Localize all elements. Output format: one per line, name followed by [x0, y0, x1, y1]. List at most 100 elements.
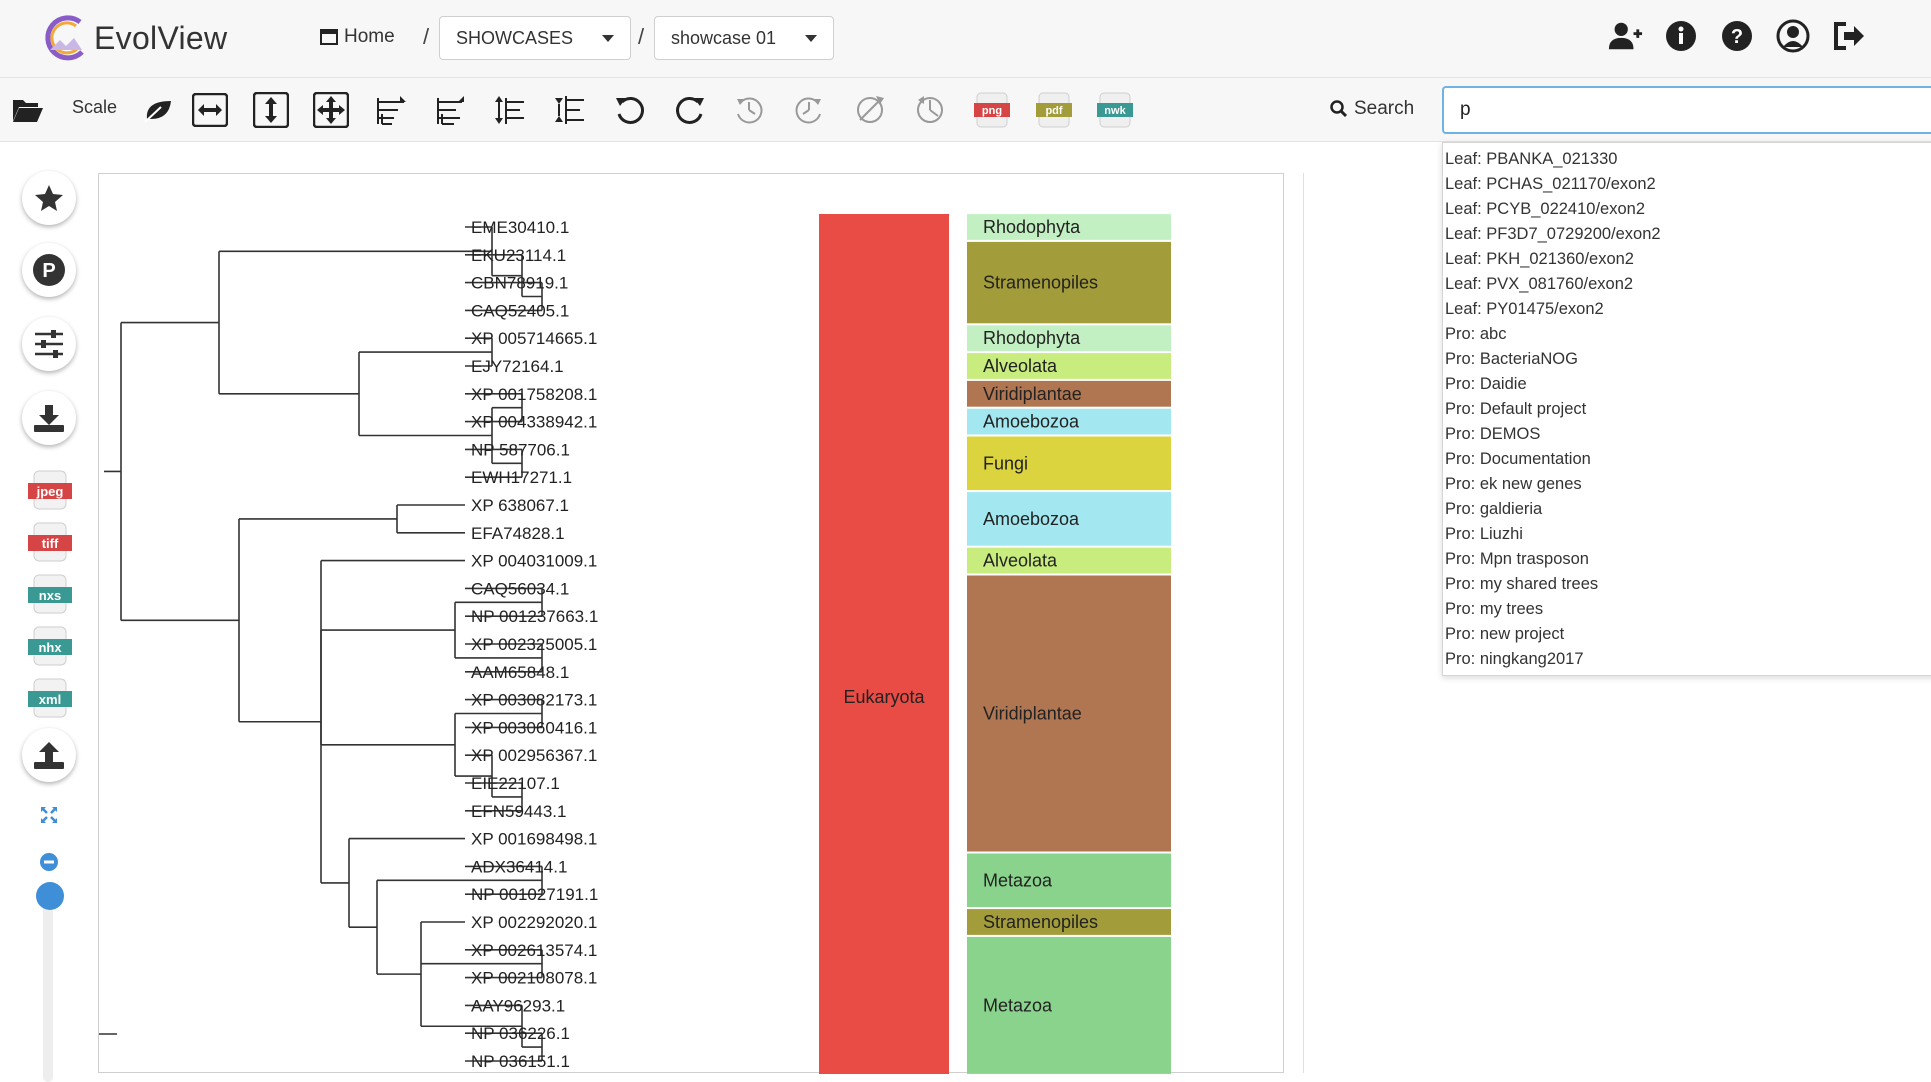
search-result-item[interactable]: Pro: abc: [1443, 322, 1931, 347]
leaf-label[interactable]: CAQ56034.1: [471, 579, 569, 598]
search-result-item[interactable]: Leaf: PCHAS_021170/exon2: [1443, 172, 1931, 197]
leaf-label[interactable]: NP 036226.1: [471, 1024, 570, 1043]
scale-button[interactable]: Scale: [72, 97, 117, 118]
leaf-label[interactable]: XP 004031009.1: [471, 552, 597, 571]
leaf-label[interactable]: EIE22107.1: [471, 774, 560, 793]
search-result-item[interactable]: Leaf: PY01475/exon2: [1443, 297, 1931, 322]
search-result-item[interactable]: Leaf: PKH_021360/exon2: [1443, 247, 1931, 272]
add-user-icon[interactable]: [1607, 18, 1643, 54]
nwk-export-icon[interactable]: nwk: [1097, 91, 1133, 129]
rotate-cw-button[interactable]: [668, 88, 712, 132]
account-icon[interactable]: [1775, 18, 1811, 54]
nxs-export-icon[interactable]: nxs: [28, 573, 72, 615]
leaf-label[interactable]: AAM65848.1: [471, 663, 569, 682]
zoom-slider-track[interactable]: [43, 882, 53, 1082]
leaf-label[interactable]: XP 005714665.1: [471, 329, 597, 348]
search-result-item[interactable]: Pro: my trees: [1443, 597, 1931, 622]
leaf-label[interactable]: XP 001698498.1: [471, 830, 597, 849]
leaf-label[interactable]: XP 638067.1: [471, 496, 569, 515]
leaf-label[interactable]: EFN59443.1: [471, 802, 566, 821]
search-button[interactable]: Search: [1330, 98, 1414, 120]
taxonomy-label: Stramenopiles: [983, 912, 1098, 932]
zoom-slider-handle[interactable]: [36, 882, 64, 910]
leaf-button[interactable]: [136, 88, 180, 132]
search-result-item[interactable]: Pro: Daidie: [1443, 372, 1931, 397]
search-result-item[interactable]: Pro: Default project: [1443, 397, 1931, 422]
leaf-label[interactable]: CAQ52405.1: [471, 301, 569, 320]
search-result-item[interactable]: Leaf: PVX_081760/exon2: [1443, 272, 1931, 297]
search-result-item[interactable]: Pro: DEMOS: [1443, 422, 1931, 447]
leaf-label[interactable]: XP 002292020.1: [471, 913, 597, 932]
expand-all-button[interactable]: [309, 88, 353, 132]
leaf-label[interactable]: EJY72164.1: [471, 357, 564, 376]
zoom-out-icon[interactable]: [39, 852, 59, 872]
app-logo[interactable]: EvolView: [40, 14, 227, 62]
leaf-label[interactable]: EFA74828.1: [471, 524, 565, 543]
tiff-export-icon[interactable]: tiff: [28, 521, 72, 563]
logout-icon[interactable]: [1831, 18, 1867, 54]
search-result-item[interactable]: Leaf: PBANKA_021330: [1443, 147, 1931, 172]
search-result-item[interactable]: Pro: new project: [1443, 622, 1931, 647]
circular-rotate-ccw-button[interactable]: [727, 88, 771, 132]
leaf-label[interactable]: XP 004338942.1: [471, 413, 597, 432]
tree-height-expand-button[interactable]: [549, 88, 593, 132]
tree-height-shrink-button[interactable]: [489, 88, 533, 132]
fit-screen-icon[interactable]: [40, 806, 58, 824]
leaf-label[interactable]: EKU23114.1: [471, 246, 566, 265]
circular-rotate-cw-button[interactable]: [787, 88, 831, 132]
home-link[interactable]: Home: [320, 26, 395, 48]
leaf-label[interactable]: NP 587706.1: [471, 440, 570, 459]
search-result-item[interactable]: Leaf: PCYB_022410/exon2: [1443, 197, 1931, 222]
leaf-label[interactable]: XP 001758208.1: [471, 385, 597, 404]
settings-button[interactable]: [22, 317, 76, 371]
search-result-item[interactable]: Pro: galdieria: [1443, 497, 1931, 522]
pdf-export-icon[interactable]: pdf: [1036, 91, 1072, 129]
leaf-label[interactable]: AAY96293.1: [471, 996, 565, 1015]
open-folder-button[interactable]: [6, 88, 50, 132]
search-result-item[interactable]: Pro: Mpn trasposon: [1443, 547, 1931, 572]
download-button[interactable]: [22, 391, 76, 445]
expand-vertical-button[interactable]: [249, 88, 293, 132]
rotate-ccw-button[interactable]: [608, 88, 652, 132]
search-input[interactable]: [1442, 86, 1931, 134]
category-dropdown[interactable]: SHOWCASES: [439, 16, 631, 60]
leaf-label[interactable]: XP 002108078.1: [471, 969, 597, 988]
search-result-item[interactable]: Pro: ek new genes: [1443, 472, 1931, 497]
info-icon[interactable]: [1663, 18, 1699, 54]
tree-shrink-button[interactable]: [369, 88, 413, 132]
search-result-item[interactable]: Pro: ningkang2017: [1443, 647, 1931, 672]
leaf-label[interactable]: NP 001027191.1: [471, 885, 598, 904]
tree-dropdown[interactable]: showcase 01: [654, 16, 834, 60]
help-icon[interactable]: ?: [1719, 18, 1755, 54]
leaf-label[interactable]: XP 002613574.1: [471, 941, 597, 960]
search-result-item[interactable]: Pro: Documentation: [1443, 447, 1931, 472]
leaf-label[interactable]: NP 036151.1: [471, 1052, 570, 1071]
search-result-item[interactable]: Pro: BacteriaNOG: [1443, 347, 1931, 372]
nhx-export-icon[interactable]: nhx: [28, 625, 72, 667]
leaf-label[interactable]: EME30410.1: [471, 218, 569, 237]
leaf-label[interactable]: NP 001237663.1: [471, 607, 598, 626]
xml-export-icon[interactable]: xml: [28, 677, 72, 719]
tree-canvas[interactable]: EME30410.1 EKU23114.1 CBN78919.1 CAQ52405.1…: [98, 173, 1285, 1082]
expand-horizontal-button[interactable]: [188, 88, 232, 132]
png-export-icon[interactable]: png: [974, 91, 1010, 129]
tree-expand-button[interactable]: [429, 88, 473, 132]
circular-span-shrink-button[interactable]: [848, 88, 892, 132]
chevron-down-icon: [805, 35, 817, 42]
project-button[interactable]: P: [22, 243, 76, 297]
jpeg-export-icon[interactable]: jpeg: [28, 469, 72, 511]
search-result-item[interactable]: Pro: Liuzhi: [1443, 522, 1931, 547]
leaf-label[interactable]: EWH17271.1: [471, 468, 572, 487]
leaf-label[interactable]: XP 002956367.1: [471, 746, 597, 765]
phylogenetic-tree[interactable]: EME30410.1 EKU23114.1 CBN78919.1 CAQ52405.1…: [99, 174, 1285, 1082]
leaf-label[interactable]: ADX36414.1: [471, 857, 567, 876]
search-result-item[interactable]: Leaf: PF3D7_0729200/exon2: [1443, 222, 1931, 247]
leaf-label[interactable]: XP 002325005.1: [471, 635, 597, 654]
upload-button[interactable]: [22, 728, 76, 782]
search-result-item[interactable]: Pro: my shared trees: [1443, 572, 1931, 597]
favorite-button[interactable]: [22, 171, 76, 225]
leaf-label[interactable]: XP 003060416.1: [471, 718, 597, 737]
leaf-label[interactable]: XP 003082173.1: [471, 691, 597, 710]
circular-span-expand-button[interactable]: [908, 88, 952, 132]
leaf-label[interactable]: CBN78919.1: [471, 274, 568, 293]
